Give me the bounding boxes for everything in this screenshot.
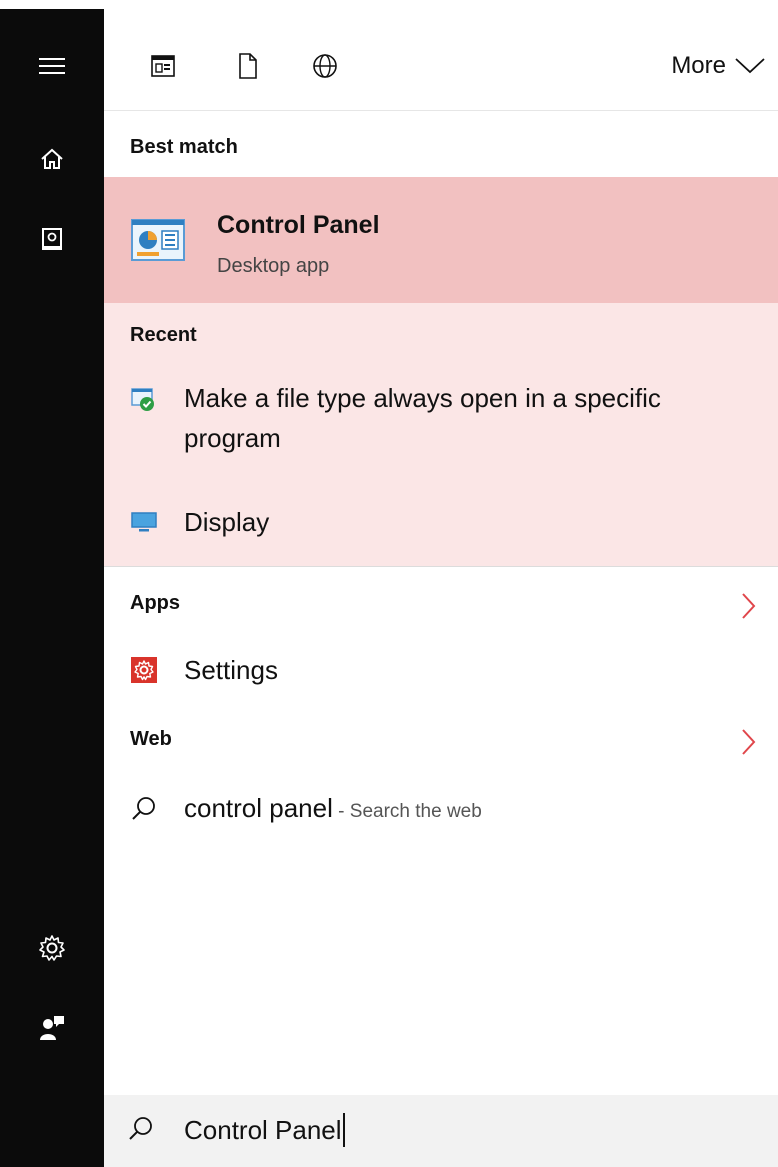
recent-item-label-line2: program [184,423,281,453]
documents-filter-button[interactable] [233,51,263,81]
web-filter-icon [313,54,337,78]
search-icon [130,794,158,822]
settings-button[interactable] [0,916,104,980]
search-icon [129,1117,152,1140]
search-box[interactable]: Control Panel [104,1095,778,1167]
best-match-heading: Best match [130,136,238,158]
notebook-button[interactable] [0,208,104,272]
search-input-value: Control Panel [184,1115,342,1145]
recent-item-label: Display [184,507,270,537]
home-icon [41,148,63,169]
app-item-settings[interactable]: Settings [104,650,778,690]
chevron-right-icon [742,593,756,619]
menu-button[interactable] [0,34,104,98]
filter-bar: More [104,9,778,111]
document-filter-icon [239,53,257,79]
top-strip [0,0,778,9]
more-filters-button[interactable]: More [671,51,766,81]
control-panel-icon [131,219,185,261]
text-caret [342,1113,345,1147]
apps-filter-button[interactable] [148,51,178,81]
web-query: control panel [184,793,333,823]
best-match-title: Control Panel [217,211,380,239]
web-search-suggestion[interactable]: control panel - Search the web [104,788,778,828]
best-match-result[interactable]: Control Panel Desktop app [104,177,778,303]
apps-filter-icon [151,55,175,77]
notebook-icon [42,228,62,250]
hamburger-icon [39,58,65,74]
chevron-right-icon [742,729,756,755]
best-match-subtitle: Desktop app [217,255,330,277]
feedback-button[interactable] [0,996,104,1060]
apps-heading: Apps [130,592,180,614]
chevron-down-icon [735,58,765,74]
recent-heading: Recent [130,324,197,346]
web-section-header[interactable]: Web [104,722,778,762]
recent-item[interactable]: Display [104,502,778,542]
apps-section-header[interactable]: Apps [104,586,778,626]
recent-item-label-line1: Make a file type always open in a specif… [184,383,661,413]
display-monitor-icon [130,508,158,536]
search-input[interactable]: Control Panel [184,1113,345,1147]
home-button[interactable] [0,127,104,191]
settings-gear-icon [130,656,158,684]
recent-section: Recent Make a file type always open in a… [104,303,778,567]
web-heading: Web [130,728,172,750]
app-item-label: Settings [184,655,278,685]
search-results-panel: More Best match Control Panel Desktop ap… [104,9,778,1167]
gear-icon [39,935,65,961]
left-rail [0,9,104,1167]
feedback-icon [40,1016,64,1040]
more-label: More [671,52,726,79]
default-programs-icon [130,386,158,414]
recent-item[interactable]: Make a file type always open in a specif… [104,378,778,478]
web-query-suffix: - Search the web [332,801,482,822]
web-filter-button[interactable] [310,51,340,81]
